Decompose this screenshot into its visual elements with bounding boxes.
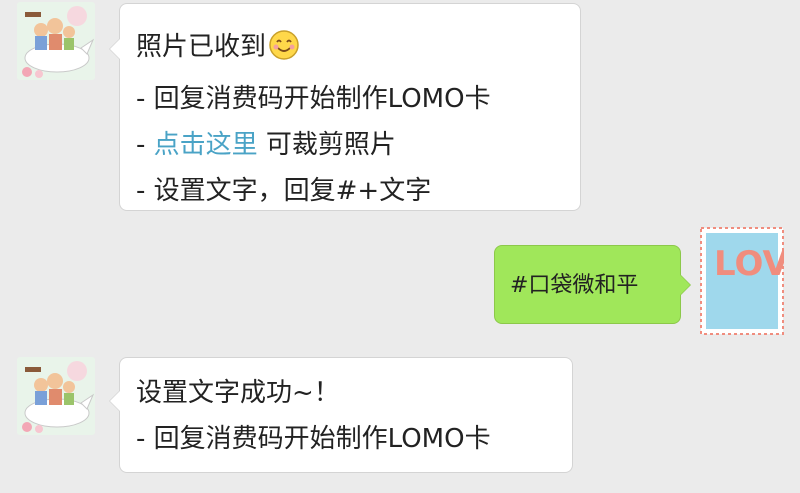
message-text: #口袋微和平 bbox=[510, 273, 639, 298]
love-stamp-icon: LOVE bbox=[700, 227, 784, 335]
outgoing-message-bubble[interactable]: #口袋微和平 bbox=[494, 245, 691, 324]
bubble-tail bbox=[109, 38, 120, 60]
sender-avatar[interactable] bbox=[17, 2, 95, 80]
message-line: 设置文字成功~！ bbox=[136, 378, 340, 408]
message-line: - 点击这里 可裁剪照片 bbox=[136, 130, 396, 160]
click-here-link[interactable]: 点击这里 bbox=[154, 130, 258, 160]
smiling-face-icon bbox=[268, 29, 300, 76]
message-line: - 设置文字，回复#+文字 bbox=[136, 176, 432, 206]
svg-text:LOVE: LOVE bbox=[714, 244, 784, 284]
incoming-message-bubble[interactable]: 照片已收到 - 回复消费码开始制作LOMO卡 - 点击这里 可裁剪照片 - 设置… bbox=[109, 3, 581, 211]
sender-avatar[interactable] bbox=[17, 357, 95, 435]
bubble-tail bbox=[109, 390, 120, 412]
cartoon-family-on-bird-icon bbox=[17, 2, 95, 80]
message-line: - 回复消费码开始制作LOMO卡 bbox=[136, 424, 491, 454]
message-line: 照片已收到 bbox=[136, 24, 580, 76]
own-avatar[interactable]: LOVE bbox=[700, 227, 784, 335]
cartoon-family-on-bird-icon bbox=[17, 357, 95, 435]
message-line: - 回复消费码开始制作LOMO卡 bbox=[136, 84, 491, 114]
incoming-message-bubble[interactable]: 设置文字成功~！ - 回复消费码开始制作LOMO卡 bbox=[109, 357, 573, 473]
bubble-tail bbox=[680, 274, 691, 296]
